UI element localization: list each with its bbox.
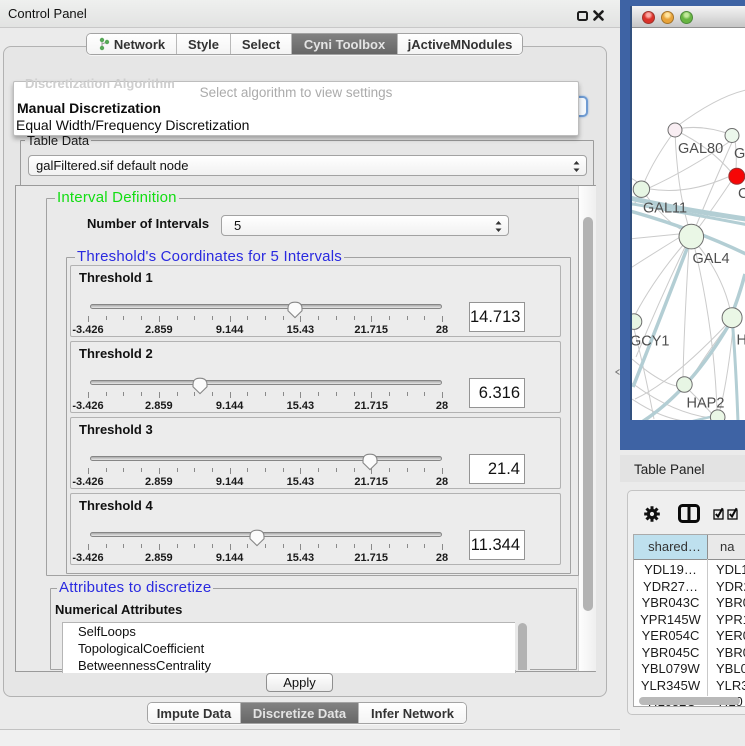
svg-text:GAL4: GAL4 bbox=[693, 251, 730, 267]
svg-text:CY: CY bbox=[738, 186, 745, 202]
svg-text:HIS: HIS bbox=[737, 333, 745, 349]
svg-text:GAL80: GAL80 bbox=[678, 141, 723, 157]
svg-text:GAL11: GAL11 bbox=[643, 201, 687, 217]
svg-text:GCY1: GCY1 bbox=[632, 334, 670, 350]
svg-text:HAP2: HAP2 bbox=[687, 396, 725, 412]
svg-text:GA: GA bbox=[734, 146, 745, 162]
